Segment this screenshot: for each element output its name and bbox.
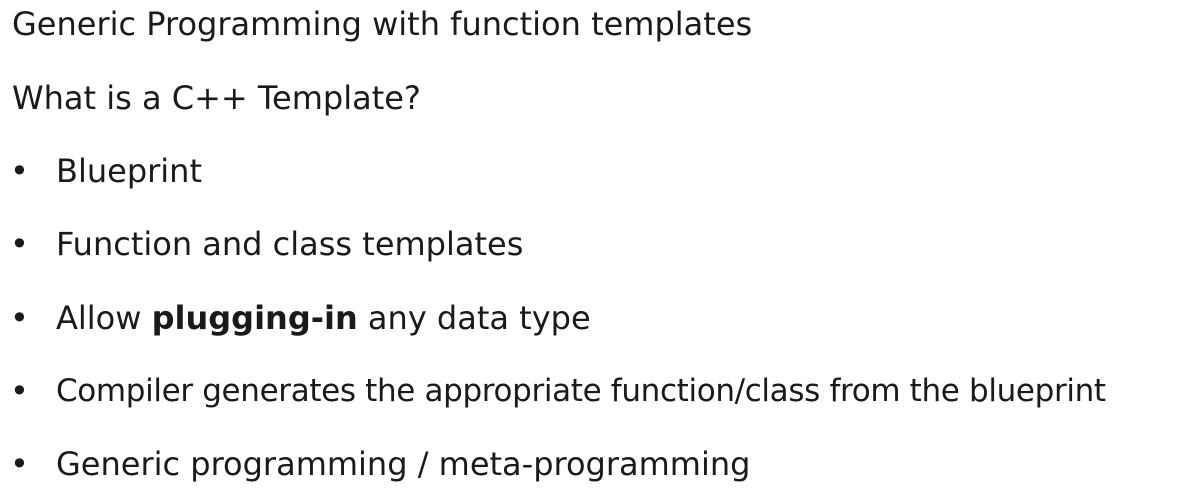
bullet-dot-icon: • [10, 299, 29, 337]
bullet-dot-icon: • [10, 152, 29, 190]
bullet-text-prefix: Allow [56, 299, 152, 337]
bullet-item-blueprint: • Blueprint [10, 151, 1195, 191]
bullet-text: Generic programming / meta-programming [56, 445, 751, 483]
bullet-item-function-class-templates: • Function and class templates [10, 224, 1195, 264]
slide-question: What is a C++ Template? [12, 79, 421, 117]
bullet-text: Blueprint [56, 152, 202, 190]
bullet-text-suffix: any data type [357, 299, 591, 337]
bullet-text: Allow plugging-in any data type [56, 298, 591, 338]
bullet-text-bold: plugging-in [151, 299, 358, 337]
bullet-dot-icon: • [10, 225, 29, 263]
bullet-item-compiler-generates: • Compiler generates the appropriate fun… [10, 371, 1195, 411]
bullet-item-generic-programming: • Generic programming / meta-programming [10, 444, 1195, 484]
slide-title: Generic Programming with function templa… [12, 5, 753, 43]
bullet-text: Function and class templates [56, 225, 524, 263]
bullet-item-plugging-in: • Allow plugging-in any data type [10, 298, 1195, 338]
slide-content: Generic Programming with function templa… [0, 0, 1199, 495]
bullet-dot-icon: • [10, 445, 29, 483]
bullet-text: Compiler generates the appropriate funct… [56, 373, 1106, 409]
bullet-dot-icon: • [10, 372, 29, 410]
